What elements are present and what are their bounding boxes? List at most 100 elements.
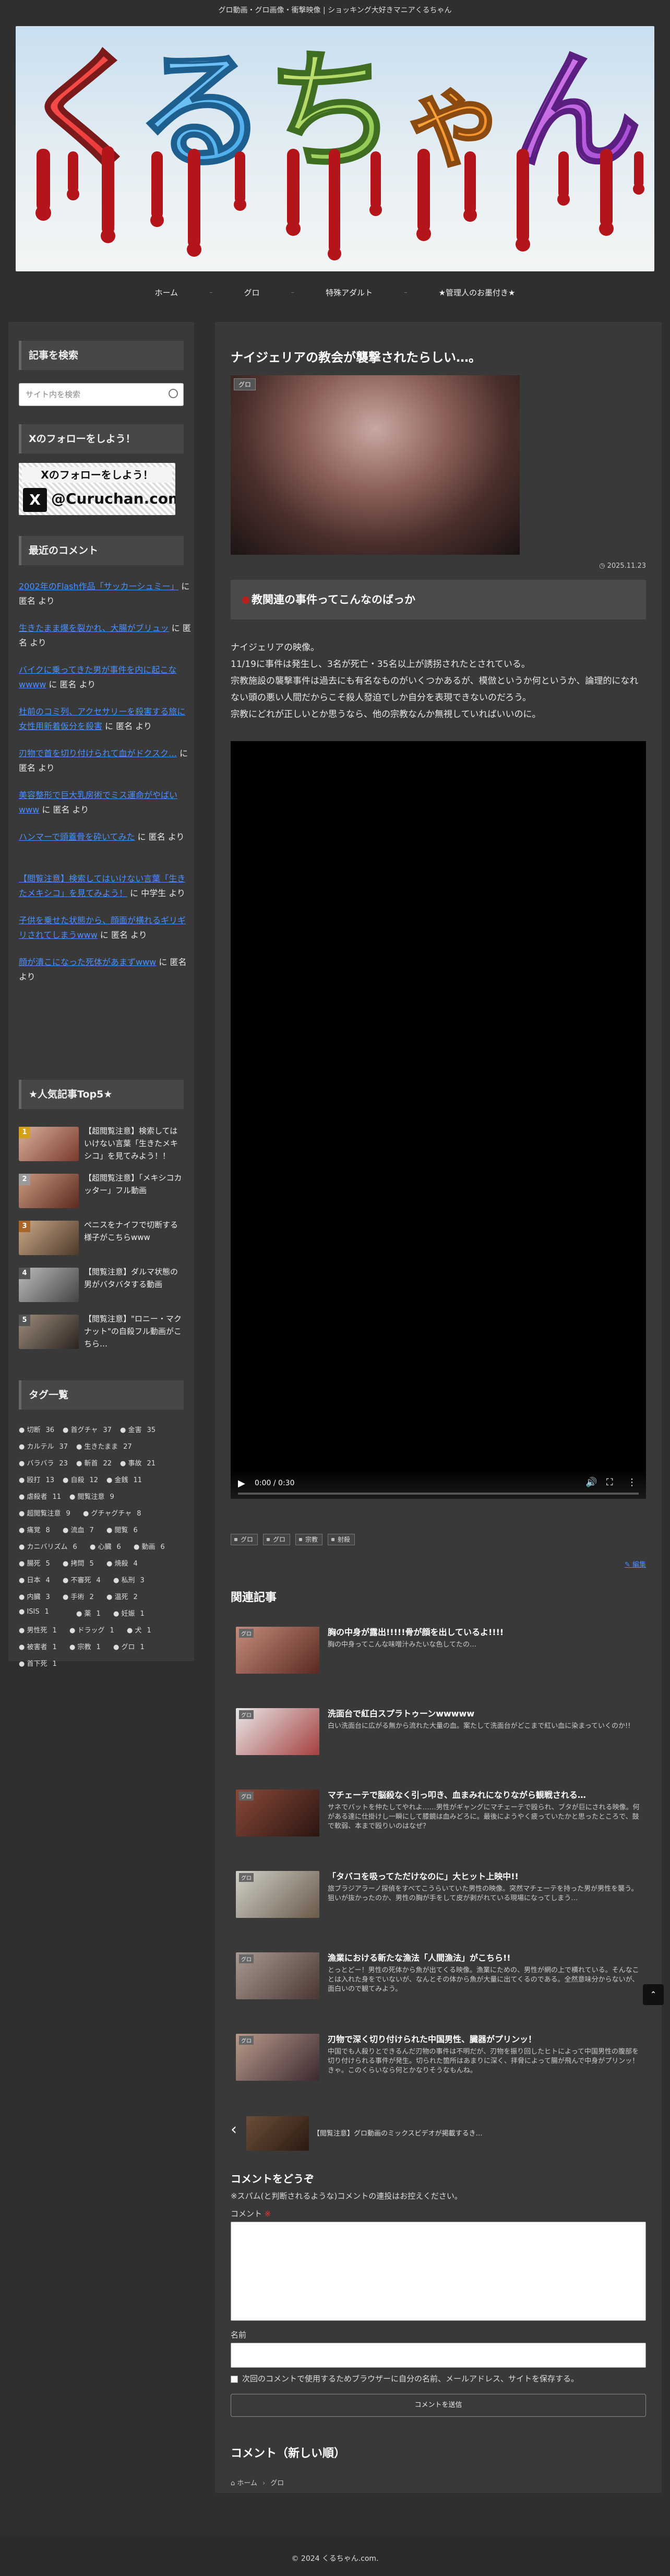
tag-cloud-item[interactable]: ● 宗教 1 — [69, 1641, 101, 1651]
more-icon[interactable]: ⋮ — [627, 1477, 637, 1488]
tag-cloud-item[interactable]: ● 生きたまま 27 — [76, 1441, 132, 1451]
tag-cloud-item[interactable]: ● 拷問 5 — [63, 1558, 94, 1568]
name-input[interactable] — [231, 2343, 646, 2368]
tag-cloud-item[interactable]: ● グロ 1 — [113, 1641, 145, 1651]
save-info-checkbox[interactable]: 次回のコメントで使用するためブラウザーに自分の名前、メールアドレス、サイトを保存… — [231, 2373, 579, 2384]
recent-comment-link[interactable]: 2002年のFlash作品「サッカーシュミー」 — [19, 581, 178, 591]
body-paragraph: 宗教にどれが正しいとか思うなら、他の宗教なんか無視していればいいのに。 — [231, 709, 541, 720]
tag-cloud-item[interactable]: ● 超閲覧注意 9 — [19, 1508, 70, 1518]
related-excerpt: とっとどー！男性の死体から魚が出てくる映像。漁業にための、男性が網の上で横れてい… — [328, 1966, 639, 1993]
tag-cloud-item[interactable]: ● 閲覧注意 9 — [69, 1491, 114, 1501]
play-icon[interactable]: ▶ — [238, 1478, 245, 1489]
header-logo-banner[interactable]: く る ち ゃ ん — [16, 26, 654, 271]
recent-comment-link[interactable]: 生きたまま爆を裂かれ、大腸がブリュッ — [19, 623, 169, 633]
recent-comment-link[interactable]: 刃物で首を切り付けられて血がドクスク… — [19, 748, 177, 758]
comment-form-note: ※スパム(と判断されるような)コメントの連投はお控えください。 — [231, 2191, 462, 2201]
tag-cloud-item[interactable]: ● 首グチャ 37 — [63, 1424, 112, 1434]
search-input[interactable]: サイト内を検索 — [19, 383, 184, 406]
tag-cloud-item[interactable]: ● 腸死 5 — [19, 1558, 50, 1568]
video-player[interactable]: ▶ 0:00 / 0:30 🔊 ⛶ ⋮ — [231, 741, 646, 1499]
comment-textarea[interactable] — [231, 2222, 646, 2321]
comment-form-title: コメントをどうぞ — [231, 2173, 314, 2185]
tag-cloud-item[interactable]: ● カルテル 37 — [19, 1441, 68, 1451]
tag-name: ● 焼殺 — [106, 1560, 128, 1568]
category-badge[interactable]: グロ — [234, 378, 256, 390]
heading-mark-icon — [242, 597, 249, 604]
tag-cloud-item[interactable]: ● グチャグチャ 8 — [83, 1508, 141, 1518]
related-post[interactable]: グロ 刃物で深く切り付けられた中国男性、臓器がプリンッ！ 中国でも人殺りとできる… — [231, 2018, 648, 2091]
tag-name: ● グロ — [113, 1643, 135, 1651]
post-title: ナイジェリアの教会が襲撃されたらしい…。 — [231, 350, 481, 365]
post-tag[interactable]: グロ — [263, 1534, 291, 1545]
volume-icon[interactable]: 🔊 — [585, 1477, 597, 1488]
tag-cloud-item[interactable]: ● 妊娠 1 — [113, 1608, 145, 1618]
tag-name: ● 拷問 — [63, 1560, 85, 1568]
tag-cloud-item[interactable]: ● 日本 4 — [19, 1575, 50, 1584]
popular-item[interactable]: 5 【閲覧注意】"ロニー・マクナット"の自殺フル動画がこちら… — [19, 1313, 184, 1349]
tag-cloud-item[interactable]: ● 温死 2 — [106, 1591, 138, 1601]
nav-item-guro[interactable]: グロ — [213, 287, 291, 298]
related-post[interactable]: グロ 「タバコを吸ってただけなのに」大ヒット上映中!! 旅ブラジアラーノ探偵をす… — [231, 1855, 648, 1928]
popular-item[interactable]: 1 【超閲覧注意】検索してはいけない言葉「生きたメキシコ」を見てみよう！！ — [19, 1125, 184, 1161]
tag-cloud-item[interactable]: ● 痛覚 8 — [19, 1524, 50, 1534]
nav-item-admin-picks[interactable]: ★管理人のお墨付き★ — [408, 287, 547, 298]
search-placeholder: サイト内を検索 — [26, 390, 81, 399]
related-post[interactable]: グロ 洗面台で紅白スプラトゥーンwwwww 白い洗面台に広がる無から流れた大量の… — [231, 1692, 648, 1766]
breadcrumb-category[interactable]: グロ — [270, 2479, 284, 2487]
prev-post-link[interactable]: ‹ 【閲覧注意】グロ動画のミックスビデオが掲載するき… — [231, 2109, 648, 2151]
arrow-up-icon[interactable]: ⌃ — [643, 1984, 664, 2005]
tag-cloud-item[interactable]: ● 首下死 1 — [19, 1658, 57, 1668]
related-post[interactable]: グロ マチェーテで脳殺なく引っ叩き、血まみれになりながら観戦される… サネでバッ… — [231, 1774, 648, 1847]
tag-cloud-item[interactable]: ● 心臓 6 — [90, 1541, 121, 1551]
tag-cloud-item[interactable]: ● 流血 7 — [63, 1524, 94, 1534]
search-icon[interactable] — [169, 389, 178, 398]
nav-item-special-adult[interactable]: 特殊アダルト — [294, 287, 404, 298]
tag-cloud-item[interactable]: ● 自殺 12 — [63, 1474, 98, 1484]
tag-name: ● 男性死 — [19, 1627, 47, 1635]
tag-cloud-item[interactable]: ● 閲覧 6 — [106, 1524, 138, 1534]
tag-cloud-item[interactable]: ● 被害者 1 — [19, 1641, 57, 1651]
tag-cloud-item[interactable]: ● 殴打 13 — [19, 1474, 54, 1484]
nav-item-home[interactable]: ホーム — [124, 287, 210, 298]
checkbox-box[interactable] — [231, 2375, 238, 2383]
tag-cloud-item[interactable]: ● カニバリズム 6 — [19, 1541, 77, 1551]
tag-cloud-item[interactable]: ● 手術 2 — [63, 1591, 94, 1601]
tag-cloud-item[interactable]: ● 内臓 3 — [19, 1591, 50, 1601]
tag-count: 8 — [45, 1526, 50, 1534]
tag-cloud-item[interactable]: ● ISIS 1 — [19, 1608, 49, 1616]
tag-cloud-item[interactable]: ● 動画 6 — [134, 1541, 165, 1551]
related-post[interactable]: グロ 漁業における新たな漁法「人間漁法」がこちら!! とっとどー！男性の死体から… — [231, 1937, 648, 2010]
tag-cloud-item[interactable]: ● ドラッグ 1 — [69, 1625, 114, 1635]
popular-item[interactable]: 4 【閲覧注意】ダルマ状態の男がバタバタする動画 — [19, 1266, 184, 1302]
tag-cloud-item[interactable]: ● 犬 1 — [127, 1625, 151, 1635]
breadcrumb-home[interactable]: ホーム — [237, 2479, 257, 2487]
post-tag[interactable]: 射殺 — [328, 1534, 355, 1545]
related-post[interactable]: グロ 胸の中身が露出!!!!!骨が顔を出しているよ!!!! 胸の中身ってこんな味… — [231, 1611, 648, 1684]
post-tag[interactable]: 宗教 — [295, 1534, 323, 1545]
submit-comment-button[interactable]: コメントを送信 — [231, 2394, 646, 2417]
video-progress-bar[interactable] — [238, 1493, 639, 1495]
fullscreen-icon[interactable]: ⛶ — [606, 1477, 613, 1488]
recent-comment-link[interactable]: 顔が潰こになった死体があまずwww — [19, 957, 156, 967]
tag-cloud-item[interactable]: ● 不審死 4 — [63, 1575, 101, 1584]
follow-x-banner[interactable]: Xのフォローをしよう！ X @Curuchan.com — [19, 463, 175, 515]
tag-cloud-item[interactable]: ● 虐殺者 11 — [19, 1491, 61, 1501]
tag-cloud-item[interactable]: ● 金害 35 — [120, 1424, 155, 1434]
post-tag[interactable]: グロ — [231, 1534, 258, 1545]
recent-comment-link[interactable]: バイクに乗ってきた男が事件を内に起こなwwww — [19, 665, 176, 689]
tag-cloud-item[interactable]: ● 私刑 3 — [113, 1575, 145, 1584]
tag-cloud-item[interactable]: ● 薬 1 — [76, 1608, 101, 1618]
popular-item[interactable]: 2 【超閲覧注意】「メキシコカッター」フル動画 — [19, 1172, 184, 1208]
comment-label-text: コメント — [231, 2209, 262, 2219]
tag-cloud-item[interactable]: ● バラバラ 23 — [19, 1458, 68, 1468]
tag-cloud-item[interactable]: ● 斬首 22 — [76, 1458, 112, 1468]
recent-comment-link[interactable]: ハンマーで頭蓋骨を砕いてみた — [19, 832, 135, 842]
popular-item[interactable]: 3 ペニスをナイフで切断する様子がこちらwww — [19, 1219, 184, 1255]
tag-cloud-item[interactable]: ● 事故 21 — [120, 1458, 155, 1468]
tag-cloud-item[interactable]: ● 切断 36 — [19, 1424, 54, 1434]
edit-link[interactable]: ✎ 編集 — [625, 1559, 646, 1569]
tag-count: 1 — [140, 1610, 145, 1618]
tag-cloud-item[interactable]: ● 金銭 11 — [106, 1474, 142, 1484]
tag-cloud-item[interactable]: ● 男性死 1 — [19, 1625, 57, 1635]
tag-cloud-item[interactable]: ● 焼殺 4 — [106, 1558, 138, 1568]
